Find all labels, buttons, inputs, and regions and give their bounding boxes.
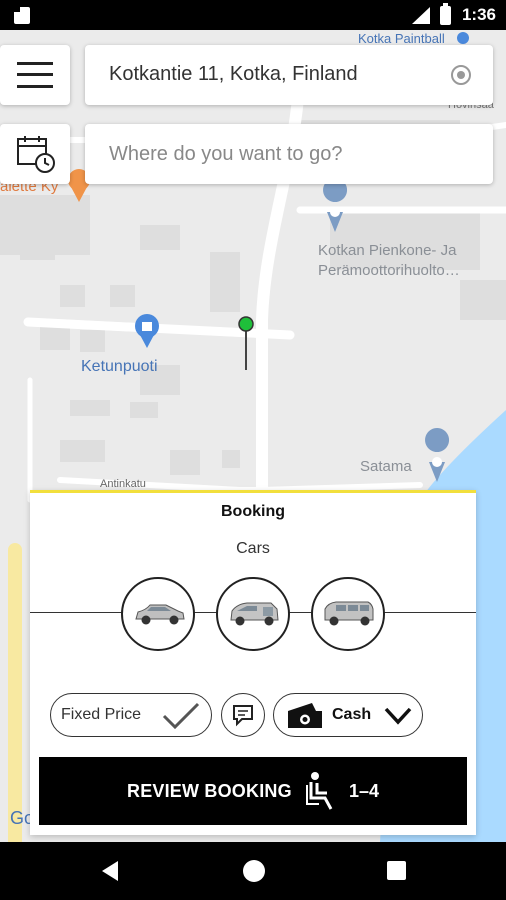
chevron-down-icon [384,707,412,725]
map-label-poi: Kotkan Pienkone- Ja [318,242,457,259]
map-label-poi: Perämoottorihuolto… [318,262,460,279]
schedule-button[interactable] [0,124,70,184]
cash-icon [288,703,322,728]
system-nav-bar [0,842,506,900]
map-label-poi: Ketunpuoti [81,358,158,375]
status-bar: 1:36 [0,0,506,30]
pickup-address-field[interactable]: Kotkantie 11, Kotka, Finland [85,45,493,105]
sedan-car-icon [135,604,185,625]
wheelchair-van-icon [230,602,279,626]
map-label-poi: Kotka Paintball [358,31,445,46]
my-location-icon[interactable] [451,65,471,85]
vehicle-option-minivan[interactable] [311,577,385,651]
map-label-street: Antinkatu [100,478,146,490]
message-icon [233,705,253,727]
recent-apps-icon[interactable] [387,861,406,880]
home-icon[interactable] [243,860,265,882]
vehicle-category-label: Cars [236,540,270,557]
minivan-icon [324,601,374,626]
vehicle-option-wheelchair-van[interactable] [216,577,290,651]
payment-method-label: Cash [332,706,372,723]
back-icon[interactable] [102,861,118,881]
battery-icon [440,3,451,25]
review-booking-label: REVIEW BOOKING [127,781,292,801]
fixed-price-label: Fixed Price [61,706,142,723]
menu-button[interactable] [0,45,70,105]
map-label-poi: Satama [360,458,412,475]
booking-panel: Booking Cars Fixed Price Cash REVIEW BOO… [30,490,476,835]
checkmark-icon [162,702,200,730]
review-booking-button[interactable]: REVIEW BOOKING 1–4 [39,757,467,825]
signal-icon [412,7,430,24]
vehicle-option-sedan[interactable] [121,577,195,651]
payment-method-select[interactable]: Cash [273,693,423,737]
pickup-address-text: Kotkantie 11, Kotka, Finland [109,63,358,85]
passenger-seat-icon [306,772,333,810]
driver-note-button[interactable] [221,693,265,737]
destination-input[interactable] [85,124,493,184]
status-clock: 1:36 [461,5,496,24]
calendar-clock-icon [17,136,55,173]
passenger-count: 1–4 [349,781,380,801]
booking-title: Booking [221,503,285,520]
sd-card-icon [14,7,30,24]
fixed-price-toggle[interactable]: Fixed Price [50,693,212,737]
